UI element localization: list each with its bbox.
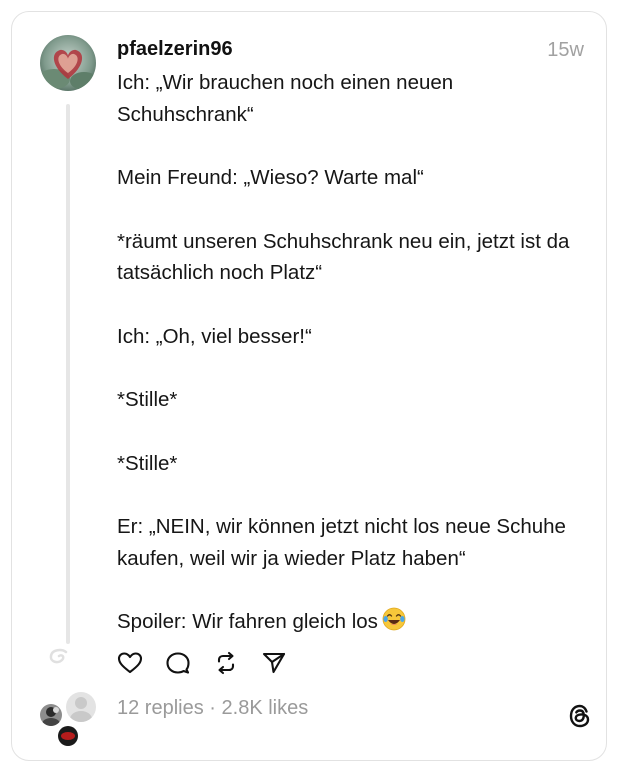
post-stats: 12 replies · 2.8K likes [117, 697, 308, 720]
thread-line [66, 104, 70, 644]
reply-avatar-1[interactable] [40, 704, 62, 726]
post-paragraph: Mein Freund: „Wieso? Warte mal“ [117, 166, 424, 189]
heart-icon[interactable] [117, 650, 143, 676]
avatar-image [40, 35, 96, 91]
post-paragraph: Er: „NEIN, wir können jetzt nicht los ne… [117, 515, 572, 570]
reply-avatar-2[interactable] [66, 692, 96, 722]
replies-count[interactable]: 12 replies [117, 697, 204, 719]
threads-logo-icon[interactable] [566, 702, 594, 730]
laughing-tears-emoji [382, 607, 406, 641]
post-paragraph: *räumt unseren Schuhschrank neu ein, jet… [117, 229, 576, 285]
post-paragraph: Spoiler: Wir fahren gleich los [117, 610, 378, 633]
avatar[interactable] [40, 35, 96, 91]
post-text: Ich: „Wir brauchen noch einen neuen Schu… [117, 67, 587, 641]
comment-icon[interactable] [165, 650, 191, 676]
post-paragraph: Ich: „Wir brauchen noch einen neuen Schu… [117, 71, 459, 126]
post-paragraph: Ich: „Oh, viel besser!“ [117, 324, 312, 348]
post-paragraph-last: Spoiler: Wir fahren gleich los [117, 606, 587, 641]
stats-separator: · [209, 697, 216, 719]
post-time[interactable]: 15w [547, 39, 584, 62]
post-paragraph: *Stille* [117, 451, 178, 475]
repost-icon[interactable] [213, 650, 239, 676]
post-paragraph: *Stille* [117, 388, 178, 411]
thread-loop-icon [49, 648, 68, 664]
username[interactable]: pfaelzerin96 [117, 38, 233, 61]
send-icon[interactable] [261, 650, 287, 676]
reply-avatar-3[interactable] [58, 726, 78, 746]
likes-count[interactable]: 2.8K likes [222, 697, 309, 719]
